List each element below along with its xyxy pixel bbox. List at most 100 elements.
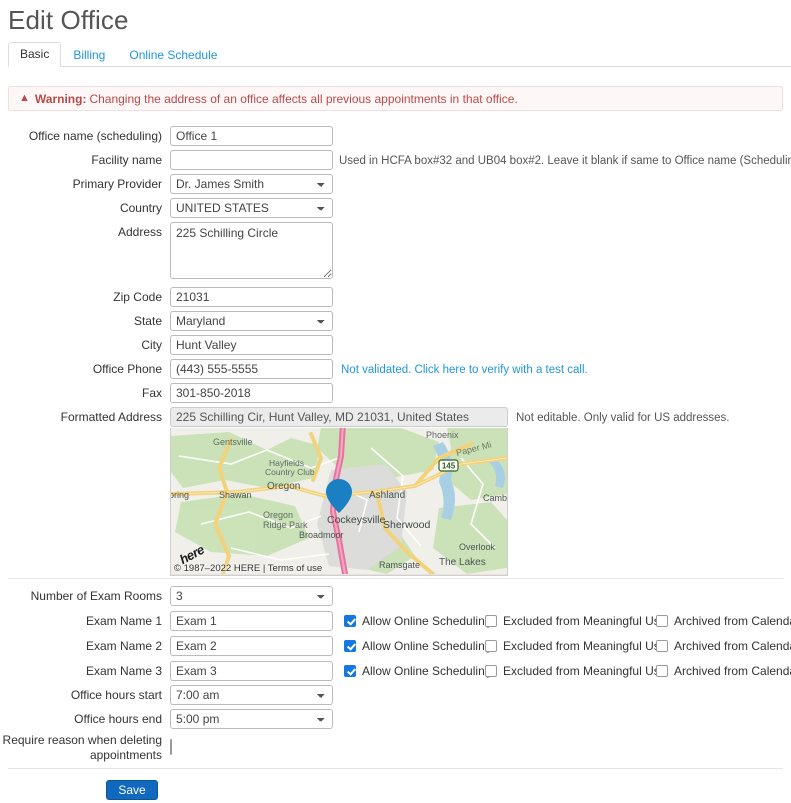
- location-pin-icon: [326, 479, 352, 513]
- archived-from-calendar-1-label: Archived from Calendar: [674, 614, 791, 628]
- field-office-phone: Office Phone Not validated. Click here t…: [0, 359, 791, 383]
- exam-name-2-input[interactable]: [170, 636, 333, 656]
- state-select[interactable]: Maryland: [170, 311, 333, 331]
- field-fax: Fax: [0, 383, 791, 407]
- office-hours-start-select[interactable]: 7:00 am: [170, 685, 333, 705]
- office-phone-verify-link[interactable]: Not validated. Click here to verify with…: [341, 363, 588, 377]
- svg-text:Country Club: Country Club: [265, 467, 315, 477]
- warning-triangle-icon: ▲: [19, 92, 30, 104]
- field-require-reason: Require reason when deleting appointment…: [0, 731, 791, 762]
- svg-text:Sherwood: Sherwood: [383, 519, 430, 531]
- formatted-address-input: [170, 407, 508, 427]
- section-divider: [8, 578, 783, 579]
- svg-text:Oregon: Oregon: [263, 510, 293, 520]
- svg-text:Broadmoor: Broadmoor: [299, 530, 344, 540]
- excluded-from-meaningful-use-2-label: Excluded from Meaningful Use: [503, 639, 667, 653]
- exam-name-1-label: Exam Name 1: [85, 614, 162, 628]
- allow-online-scheduling-1[interactable]: Allow Online Scheduling: [344, 614, 491, 628]
- checkbox-excluded-from-meaningful-use-1[interactable]: [485, 615, 497, 627]
- archived-from-calendar-1[interactable]: Archived from Calendar: [656, 614, 791, 628]
- office-hours-end-label: Office hours end: [74, 712, 162, 726]
- excluded-from-meaningful-use-3-label: Excluded from Meaningful Use: [503, 664, 667, 678]
- excluded-from-meaningful-use-1-label: Excluded from Meaningful Use: [503, 614, 667, 628]
- warning-banner: ▲ Warning: Changing the address of an of…: [8, 86, 783, 111]
- map-attribution: © 1987–2022 HERE | Terms of use: [174, 563, 323, 574]
- office-name-input[interactable]: [170, 126, 333, 146]
- svg-text:Gentsville: Gentsville: [213, 437, 253, 447]
- allow-online-scheduling-3[interactable]: Allow Online Scheduling: [344, 664, 491, 678]
- archived-from-calendar-3-label: Archived from Calendar: [674, 664, 791, 678]
- checkbox-allow-online-scheduling-2[interactable]: [344, 640, 356, 652]
- city-label: City: [141, 338, 162, 352]
- svg-text:The Lakes: The Lakes: [439, 557, 486, 568]
- field-country: Country UNITED STATES: [0, 198, 791, 222]
- allow-online-scheduling-2-label: Allow Online Scheduling: [362, 639, 492, 653]
- archived-from-calendar-3[interactable]: Archived from Calendar: [656, 664, 791, 678]
- excluded-from-meaningful-use-2[interactable]: Excluded from Meaningful Use: [485, 639, 666, 653]
- warning-text: Changing the address of an office affect…: [89, 91, 518, 106]
- fax-input[interactable]: [170, 383, 333, 403]
- state-label: State: [133, 314, 162, 328]
- checkbox-archived-from-calendar-1[interactable]: [656, 615, 668, 627]
- checkbox-archived-from-calendar-3[interactable]: [656, 665, 668, 677]
- svg-text:Ramsgate: Ramsgate: [379, 560, 420, 570]
- tab-billing[interactable]: Billing: [61, 43, 117, 67]
- svg-text:Camb: Camb: [483, 493, 507, 503]
- address-label: Address: [117, 225, 162, 239]
- primary-provider-select[interactable]: Dr. James Smith: [170, 174, 333, 194]
- field-office-hours-start: Office hours start 7:00 am: [0, 685, 791, 709]
- office-phone-input[interactable]: [170, 359, 333, 379]
- excluded-from-meaningful-use-1[interactable]: Excluded from Meaningful Use: [485, 614, 666, 628]
- edit-office-page: Edit Office Basic Billing Online Schedul…: [0, 0, 791, 803]
- exam-name-1-input[interactable]: [170, 611, 333, 631]
- archived-from-calendar-2[interactable]: Archived from Calendar: [656, 639, 791, 653]
- fax-label: Fax: [141, 386, 162, 400]
- checkbox-require-reason[interactable]: [170, 739, 172, 755]
- zip-code-label: Zip Code: [113, 290, 162, 304]
- field-facility-name: Facility name Used in HCFA box#32 and UB…: [0, 150, 791, 174]
- require-reason-label-line2: appointments: [89, 748, 162, 762]
- checkbox-allow-online-scheduling-3[interactable]: [344, 665, 356, 677]
- office-hours-end-select[interactable]: 5:00 pm: [170, 709, 333, 729]
- field-city: City: [0, 335, 791, 359]
- office-phone-label: Office Phone: [92, 362, 162, 376]
- exam-name-3-label: Exam Name 3: [85, 664, 162, 678]
- exam-name-3-input[interactable]: [170, 661, 333, 681]
- address-textarea[interactable]: 225 Schilling Circle: [170, 222, 333, 279]
- archived-from-calendar-2-label: Archived from Calendar: [674, 639, 791, 653]
- excluded-from-meaningful-use-3[interactable]: Excluded from Meaningful Use: [485, 664, 666, 678]
- country-select[interactable]: UNITED STATES: [170, 198, 333, 218]
- checkbox-excluded-from-meaningful-use-2[interactable]: [485, 640, 497, 652]
- exam-room-row: Exam Name 3 Allow Online Scheduling Excl…: [0, 661, 791, 685]
- require-reason-label: Require reason when deleting appointment…: [0, 733, 162, 763]
- facility-name-input[interactable]: [170, 150, 333, 170]
- field-zip-code: Zip Code: [0, 287, 791, 311]
- warning-strong: Warning:: [34, 91, 87, 106]
- save-button[interactable]: Save: [106, 780, 158, 800]
- svg-text:Oregon: Oregon: [267, 481, 300, 492]
- allow-online-scheduling-2[interactable]: Allow Online Scheduling: [344, 639, 491, 653]
- number-of-exam-rooms-label: Number of Exam Rooms: [30, 589, 162, 603]
- svg-text:Shawan: Shawan: [219, 490, 252, 500]
- basic-form: Office name (scheduling) Facility name U…: [0, 126, 791, 579]
- number-of-exam-rooms-select[interactable]: 3: [170, 586, 333, 606]
- allow-online-scheduling-3-label: Allow Online Scheduling: [362, 664, 492, 678]
- city-input[interactable]: [170, 335, 333, 355]
- tab-bar: Basic Billing Online Schedule: [8, 42, 791, 67]
- field-office-hours-end: Office hours end 5:00 pm: [0, 709, 791, 733]
- field-number-of-exam-rooms: Number of Exam Rooms 3: [0, 586, 791, 610]
- field-address: Address 225 Schilling Circle: [0, 222, 791, 287]
- location-map[interactable]: 145 Gentsville Phoenix Hayfields Country…: [170, 428, 508, 576]
- tab-basic[interactable]: Basic: [8, 42, 62, 67]
- checkbox-excluded-from-meaningful-use-3[interactable]: [485, 665, 497, 677]
- svg-text:pring: pring: [171, 490, 189, 500]
- exam-room-row: Exam Name 2 Allow Online Scheduling Excl…: [0, 636, 791, 660]
- zip-code-input[interactable]: [170, 287, 333, 307]
- country-label: Country: [119, 201, 162, 215]
- checkbox-allow-online-scheduling-1[interactable]: [344, 615, 356, 627]
- svg-text:Cockeysville: Cockeysville: [327, 514, 386, 526]
- checkbox-archived-from-calendar-2[interactable]: [656, 640, 668, 652]
- formatted-address-hint: Not editable. Only valid for US addresse…: [516, 412, 730, 424]
- tab-online-schedule[interactable]: Online Schedule: [117, 43, 229, 67]
- field-formatted-address: Formatted Address Not editable. Only val…: [0, 407, 791, 579]
